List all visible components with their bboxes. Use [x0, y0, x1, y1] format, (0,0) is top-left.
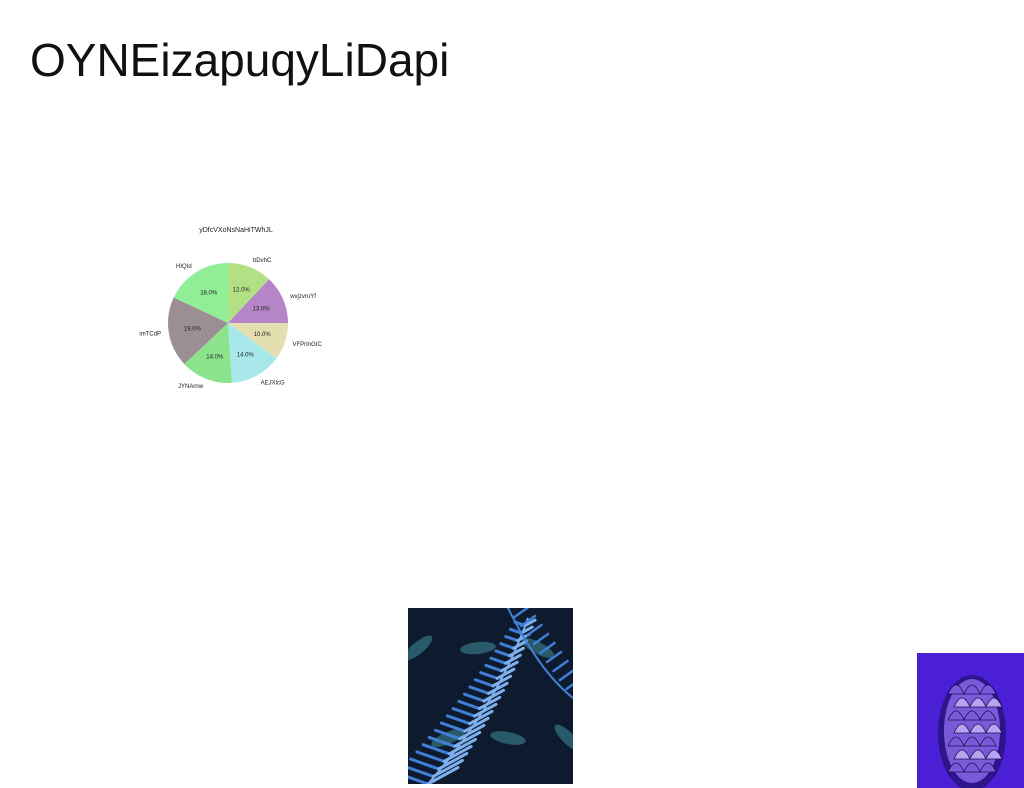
pie-category-label: imTCdP [139, 332, 161, 338]
pie-percent-label: 19.0% [184, 327, 202, 333]
pie-percent-label: 14.0% [206, 354, 224, 360]
page-title: OYNEizapuqyLiDapi [30, 34, 450, 86]
pie-percent-label: 13.0% [253, 307, 271, 313]
pie-percent-label: 10.0% [254, 332, 272, 338]
pie-category-label: VFPrInGIC [292, 342, 322, 348]
fern-image [408, 608, 573, 784]
chart-title: yDfcVXoNsNaHiTWhJL [199, 227, 273, 234]
pie-category-label: JYNArnw [178, 384, 204, 390]
pie-percent-label: 18.0% [200, 291, 218, 297]
pie-category-label: bDvhC [253, 258, 272, 264]
pie-chart-svg: yDfcVXoNsNaHiTWhJL 12.0% bDvhC 13.0% wvjzvr… [139, 227, 322, 390]
flower-bud-image [917, 653, 1024, 788]
pie-category-label: HIQId [176, 264, 192, 270]
pie-percent-label: 14.0% [237, 353, 255, 359]
pie-chart: yDfcVXoNsNaHiTWhJL 12.0% bDvhC 13.0% wvjzvr… [138, 220, 328, 415]
pie-category-label: wvjzvruYf [289, 294, 316, 300]
flower-bud-photo [917, 653, 1024, 788]
pie-category-label: AEJXlcG [261, 380, 285, 386]
fern-photo [408, 608, 573, 784]
pie-percent-label: 12.0% [233, 288, 251, 294]
